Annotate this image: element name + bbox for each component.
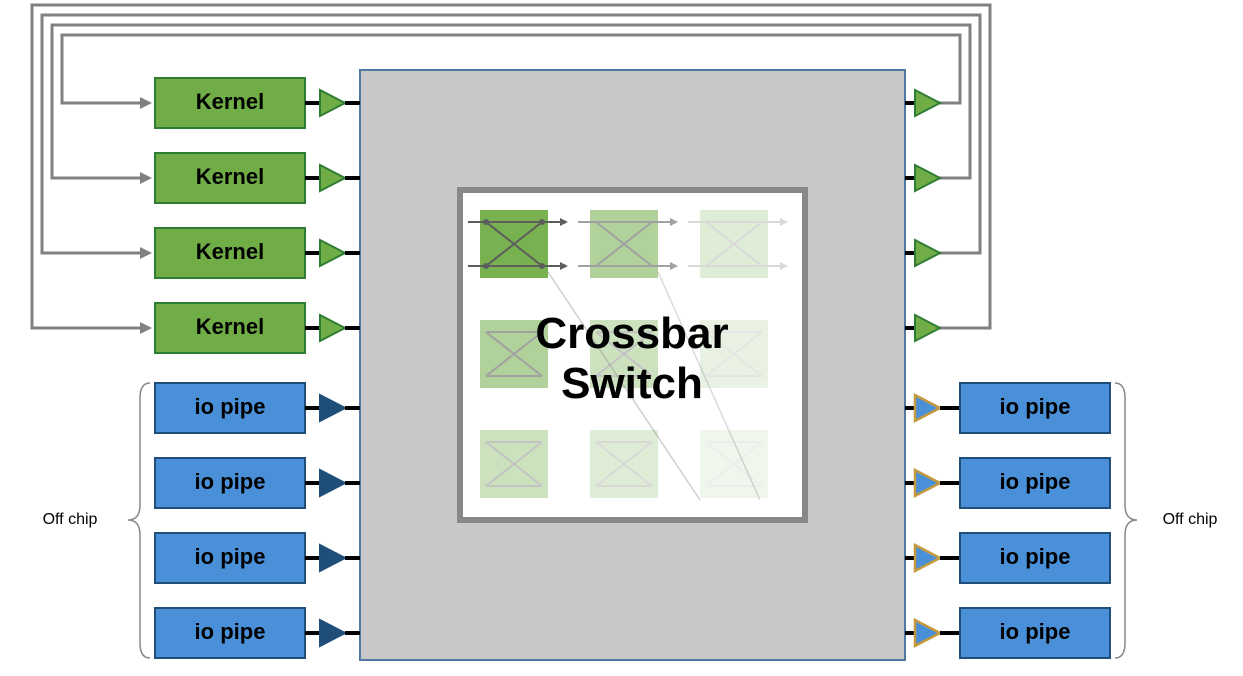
io-left-tri-3: [320, 545, 345, 571]
off-chip-right-label: Off chip: [1163, 511, 1218, 528]
brace-left: [128, 383, 150, 658]
kernel-tri-3: [320, 240, 345, 266]
kernel-output-group: [905, 90, 940, 341]
kernel-label-2: Kernel: [196, 164, 264, 189]
brace-right: [1115, 383, 1137, 658]
io-right-tri-4: [915, 620, 940, 646]
io-right-tri-3: [915, 545, 940, 571]
kernel-out-tri-3: [915, 240, 940, 266]
kernel-group: Kernel Kernel Kernel Kernel: [155, 78, 360, 353]
io-right-tri-2: [915, 470, 940, 496]
kernel-out-tri-2: [915, 165, 940, 191]
kernel-tri-2: [320, 165, 345, 191]
io-right-label-4: io pipe: [1000, 619, 1071, 644]
io-left-label-2: io pipe: [195, 469, 266, 494]
crossbar-title-1: Crossbar: [535, 309, 728, 358]
io-left-tri-1: [320, 395, 345, 421]
kernel-tri-1: [320, 90, 345, 116]
io-right-label-1: io pipe: [1000, 394, 1071, 419]
kernel-label-3: Kernel: [196, 239, 264, 264]
io-left-tri-2: [320, 470, 345, 496]
kernel-out-tri-4: [915, 315, 940, 341]
feedback-arrow-1: [140, 97, 152, 109]
io-left-group: io pipe io pipe io pipe io pipe: [155, 383, 360, 658]
io-right-label-3: io pipe: [1000, 544, 1071, 569]
io-right-label-2: io pipe: [1000, 469, 1071, 494]
feedback-arrow-3: [140, 247, 152, 259]
io-right-group: io pipe io pipe io pipe io pipe: [905, 383, 1110, 658]
crossbar-title-2: Switch: [561, 359, 703, 408]
io-left-tri-4: [320, 620, 345, 646]
kernel-label-1: Kernel: [196, 89, 264, 114]
kernel-tri-4: [320, 315, 345, 341]
kernel-label-4: Kernel: [196, 314, 264, 339]
io-left-label-4: io pipe: [195, 619, 266, 644]
io-right-tri-1: [915, 395, 940, 421]
feedback-arrow-2: [140, 172, 152, 184]
io-left-label-3: io pipe: [195, 544, 266, 569]
io-left-label-1: io pipe: [195, 394, 266, 419]
feedback-arrow-4: [140, 322, 152, 334]
off-chip-left-label: Off chip: [43, 511, 98, 528]
kernel-out-tri-1: [915, 90, 940, 116]
